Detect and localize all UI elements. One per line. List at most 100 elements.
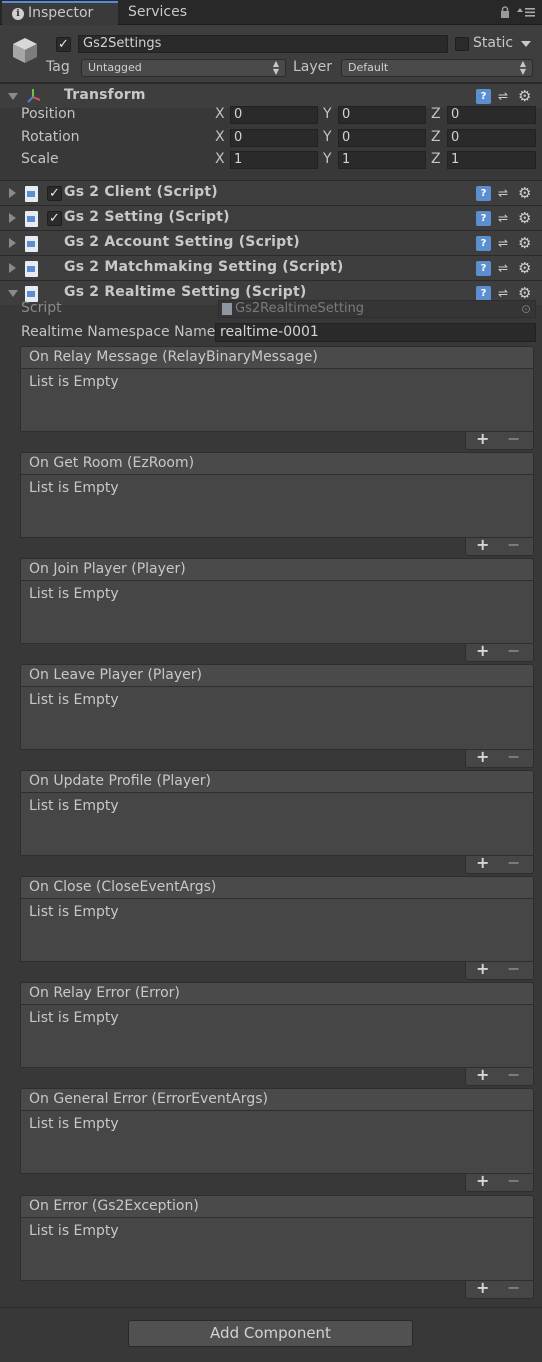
remove-listener-button[interactable]: − xyxy=(507,1065,520,1084)
event-list-footer: + − xyxy=(465,535,534,556)
foldout-closed-icon[interactable] xyxy=(9,188,16,198)
tab-inspector-label: Inspector xyxy=(28,5,94,21)
foldout-closed-icon[interactable] xyxy=(9,213,16,223)
menu-icon[interactable] xyxy=(516,5,536,19)
remove-listener-button[interactable]: − xyxy=(507,429,520,448)
component-enabled-checkbox[interactable]: ✓ xyxy=(47,211,62,226)
help-icon[interactable]: ? xyxy=(476,261,491,276)
preset-icon[interactable]: ⇌ xyxy=(498,287,513,300)
remove-listener-button[interactable]: − xyxy=(507,1171,520,1190)
static-checkbox[interactable] xyxy=(455,37,469,51)
layer-dropdown-value: Default xyxy=(348,61,389,74)
gear-icon[interactable]: ⚙ xyxy=(518,260,536,276)
event-list-footer: + − xyxy=(465,1278,534,1299)
add-listener-button[interactable]: + xyxy=(476,535,489,554)
component-enabled-checkbox[interactable]: ✓ xyxy=(47,186,62,201)
transform-title: Transform xyxy=(64,87,146,103)
event-list-footer: + − xyxy=(465,641,534,662)
gear-icon[interactable]: ⚙ xyxy=(518,185,536,201)
remove-listener-button[interactable]: − xyxy=(507,959,520,978)
tag-dropdown[interactable]: Untagged ▲ ▼ xyxy=(81,59,286,77)
event-list-footer: + − xyxy=(465,1171,534,1192)
preset-icon[interactable]: ⇌ xyxy=(498,262,513,275)
add-component-button[interactable]: Add Component xyxy=(128,1320,413,1347)
tab-inspector[interactable]: i Inspector xyxy=(2,1,118,25)
component-header-gs2-matchmaking-setting[interactable]: Gs 2 Matchmaking Setting (Script) ? ⇌ ⚙ xyxy=(0,255,542,280)
preset-icon[interactable]: ⇌ xyxy=(498,90,513,103)
help-icon[interactable]: ? xyxy=(476,236,491,251)
csharp-script-icon xyxy=(25,236,38,252)
add-listener-button[interactable]: + xyxy=(476,1171,489,1190)
foldout-open-icon[interactable] xyxy=(8,290,18,297)
remove-listener-button[interactable]: − xyxy=(507,747,520,766)
scale-y-field[interactable]: 1 xyxy=(338,151,426,169)
rotation-x-field[interactable]: 0 xyxy=(230,129,318,147)
remove-listener-button[interactable]: − xyxy=(507,1278,520,1297)
position-label: Position xyxy=(21,106,76,122)
help-icon[interactable]: ? xyxy=(476,89,491,104)
gameobject-name-field[interactable]: Gs2Settings xyxy=(78,35,448,53)
event-list-body: List is Empty xyxy=(20,1218,534,1281)
add-listener-button[interactable]: + xyxy=(476,429,489,448)
foldout-closed-icon[interactable] xyxy=(9,263,16,273)
add-listener-button[interactable]: + xyxy=(476,641,489,660)
script-label: Script xyxy=(21,300,62,316)
scale-z-field[interactable]: 1 xyxy=(447,151,536,169)
transform-scale-row: Scale X 1 Y 1 Z 1 xyxy=(0,149,542,171)
axis-x-label: X xyxy=(215,151,225,167)
foldout-closed-icon[interactable] xyxy=(9,238,16,248)
add-listener-button[interactable]: + xyxy=(476,747,489,766)
event-header-relay-message: On Relay Message (RelayBinaryMessage) xyxy=(20,346,534,369)
transform-axes-icon xyxy=(27,89,41,103)
rotation-z-field[interactable]: 0 xyxy=(447,129,536,147)
add-listener-button[interactable]: + xyxy=(476,959,489,978)
remove-listener-button[interactable]: − xyxy=(507,641,520,660)
event-header-update-profile: On Update Profile (Player) xyxy=(20,770,534,793)
position-z-field[interactable]: 0 xyxy=(447,106,536,124)
axis-x-label: X xyxy=(215,129,225,145)
component-header-gs2-setting[interactable]: ✓ Gs 2 Setting (Script) ? ⇌ ⚙ xyxy=(0,205,542,230)
transform-position-row: Position X 0 Y 0 Z 0 xyxy=(0,104,542,126)
info-icon: i xyxy=(12,8,24,20)
script-object-field: Gs2RealtimeSetting ⊙ xyxy=(218,300,536,318)
help-icon[interactable]: ? xyxy=(476,286,491,301)
component-header-gs2-client[interactable]: ✓ Gs 2 Client (Script) ? ⇌ ⚙ xyxy=(0,180,542,205)
lock-icon[interactable] xyxy=(500,6,510,18)
remove-listener-button[interactable]: − xyxy=(507,535,520,554)
event-header-error: On Error (Gs2Exception) xyxy=(20,1195,534,1218)
gear-icon[interactable]: ⚙ xyxy=(518,235,536,251)
help-icon[interactable]: ? xyxy=(476,211,491,226)
script-object-value: Gs2RealtimeSetting xyxy=(235,301,365,316)
foldout-open-icon[interactable] xyxy=(8,93,18,100)
event-header-get-room: On Get Room (EzRoom) xyxy=(20,452,534,475)
gear-icon[interactable]: ⚙ xyxy=(518,285,536,301)
rotation-label: Rotation xyxy=(21,129,80,145)
gear-icon[interactable]: ⚙ xyxy=(518,88,536,104)
object-picker-icon: ⊙ xyxy=(520,302,531,316)
event-list-body: List is Empty xyxy=(20,369,534,432)
position-x-field[interactable]: 0 xyxy=(230,106,318,124)
gear-icon[interactable]: ⚙ xyxy=(518,210,536,226)
preset-icon[interactable]: ⇌ xyxy=(498,187,513,200)
namespace-input[interactable]: realtime-0001 xyxy=(215,323,536,342)
help-icon[interactable]: ? xyxy=(476,186,491,201)
static-dropdown-arrow-icon[interactable] xyxy=(521,41,531,47)
add-listener-button[interactable]: + xyxy=(476,1278,489,1297)
event-list-body: List is Empty xyxy=(20,1111,534,1174)
axis-y-label: Y xyxy=(323,151,332,167)
script-file-icon xyxy=(222,303,232,315)
component-header-gs2-account-setting[interactable]: Gs 2 Account Setting (Script) ? ⇌ ⚙ xyxy=(0,230,542,255)
preset-icon[interactable]: ⇌ xyxy=(498,237,513,250)
tab-services[interactable]: Services xyxy=(118,1,197,25)
event-list-footer: + − xyxy=(465,1065,534,1086)
layer-dropdown[interactable]: Default ▲ ▼ xyxy=(341,59,533,77)
scale-x-field[interactable]: 1 xyxy=(230,151,318,169)
active-checkbox[interactable]: ✓ xyxy=(56,37,71,52)
preset-icon[interactable]: ⇌ xyxy=(498,212,513,225)
position-y-field[interactable]: 0 xyxy=(338,106,426,124)
remove-listener-button[interactable]: − xyxy=(507,853,520,872)
add-listener-button[interactable]: + xyxy=(476,1065,489,1084)
add-listener-button[interactable]: + xyxy=(476,853,489,872)
dropdown-arrows-icon: ▲ ▼ xyxy=(519,59,526,76)
rotation-y-field[interactable]: 0 xyxy=(338,129,426,147)
